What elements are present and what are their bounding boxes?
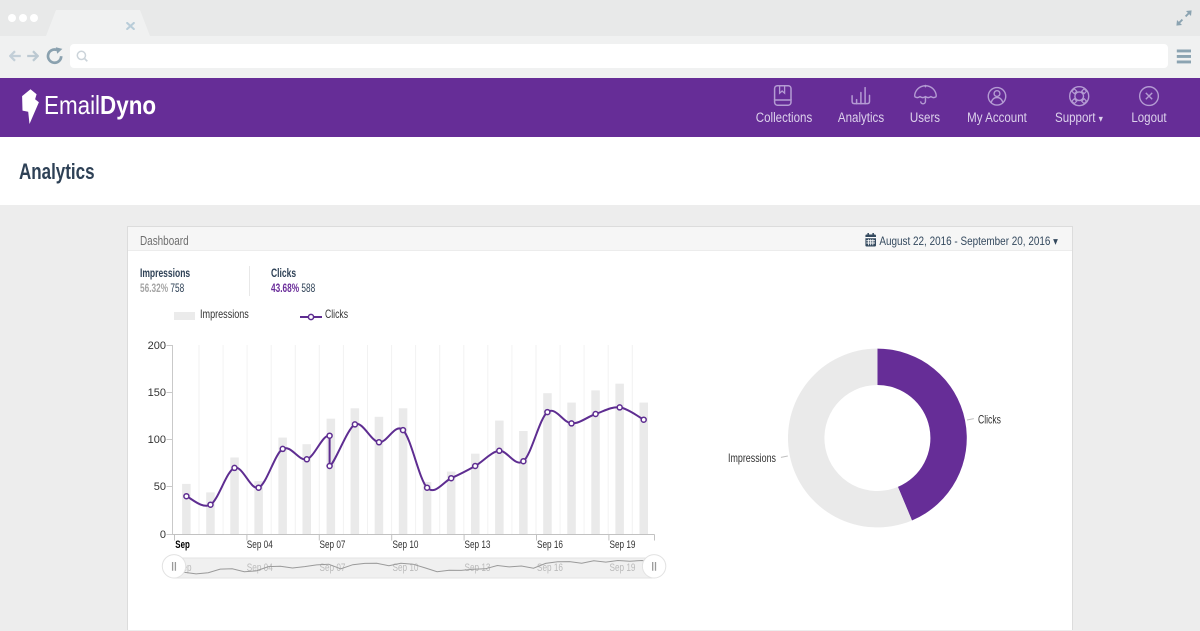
svg-text:50: 50 (154, 481, 166, 493)
svg-text:Sep 13: Sep 13 (465, 539, 491, 551)
svg-text:Sep 19: Sep 19 (610, 562, 636, 574)
svg-text:Impressions: Impressions (728, 451, 776, 465)
svg-text:100: 100 (148, 434, 166, 446)
svg-text:150: 150 (148, 387, 166, 399)
svg-text:Sep 10: Sep 10 (393, 539, 419, 551)
svg-text:Sep: Sep (175, 539, 190, 551)
svg-text:0: 0 (160, 529, 166, 541)
svg-text:Sep 19: Sep 19 (610, 539, 636, 551)
svg-text:Sep 16: Sep 16 (537, 562, 563, 574)
svg-text:Sep 04: Sep 04 (247, 562, 273, 574)
svg-text:200: 200 (148, 340, 166, 352)
svg-text:Sep 16: Sep 16 (537, 539, 563, 551)
svg-text:Clicks: Clicks (978, 413, 1001, 427)
svg-text:Sep 07: Sep 07 (320, 539, 346, 551)
svg-text:Sep 04: Sep 04 (247, 539, 273, 551)
